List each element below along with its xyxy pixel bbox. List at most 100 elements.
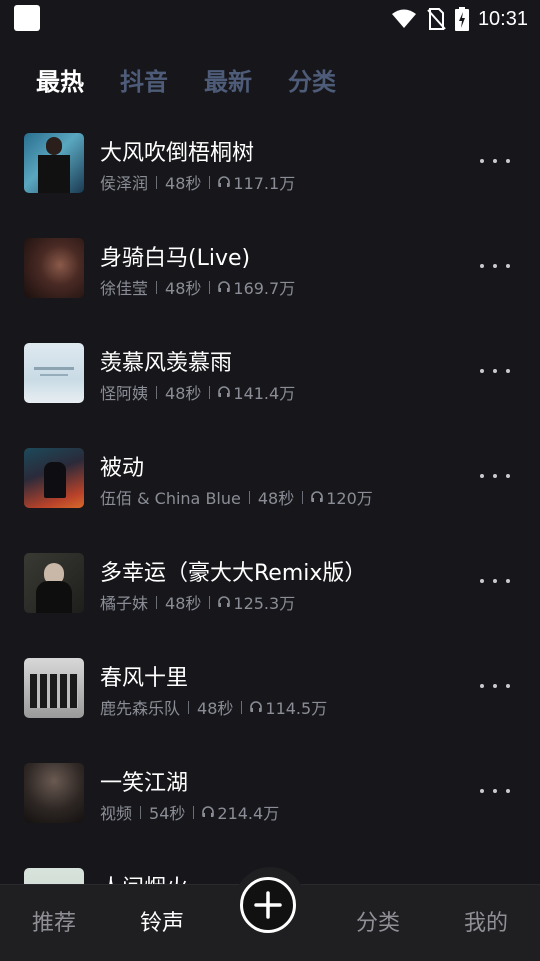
nav-category[interactable]: 分类 <box>338 905 418 937</box>
more-button[interactable] <box>480 571 510 591</box>
status-icons: 10:31 <box>391 6 528 32</box>
cover-image <box>24 448 84 508</box>
more-icon <box>480 474 484 478</box>
artist-name: 橘子妹 <box>100 594 149 613</box>
song-title: 被动 <box>100 456 145 481</box>
cover-image <box>24 763 84 823</box>
artist-name: 伍佰 & China Blue <box>100 489 241 508</box>
headphone-icon <box>250 701 263 712</box>
status-time: 10:31 <box>477 7 528 30</box>
no-sim-icon <box>427 8 446 30</box>
play-count: 114.5万 <box>265 699 328 718</box>
tab-newest[interactable]: 最新 <box>204 62 252 97</box>
song-meta: 侯泽润 48秒 117.1万 <box>100 170 295 194</box>
artist-name: 鹿先森乐队 <box>100 699 181 718</box>
song-meta: 橘子妹 48秒 125.3万 <box>100 590 295 614</box>
play-count: 120万 <box>326 489 373 508</box>
divider <box>248 490 250 504</box>
more-icon <box>480 684 484 688</box>
headphone-icon <box>311 491 324 502</box>
play-count: 125.3万 <box>233 594 296 613</box>
divider <box>209 280 211 294</box>
headphone-icon <box>202 806 215 817</box>
list-item[interactable]: 春风十里 鹿先森乐队 48秒 114.5万 <box>0 640 540 745</box>
wifi-icon <box>391 9 416 28</box>
list-item[interactable]: 一笑江湖 视频 54秒 214.4万 <box>0 745 540 850</box>
artist-name: 怪阿姨 <box>100 384 149 403</box>
cover-image <box>24 343 84 403</box>
tab-douyin[interactable]: 抖音 <box>120 62 168 97</box>
divider <box>209 175 211 189</box>
more-button[interactable] <box>480 361 510 381</box>
duration: 48秒 <box>197 699 234 718</box>
song-title: 身骑白马(Live) <box>100 246 251 271</box>
more-button[interactable] <box>480 151 510 171</box>
headphone-icon <box>218 596 231 607</box>
more-button[interactable] <box>480 676 510 696</box>
cover-image <box>24 553 84 613</box>
divider <box>156 175 158 189</box>
divider <box>209 385 211 399</box>
divider <box>156 280 158 294</box>
duration: 48秒 <box>165 594 202 613</box>
more-icon <box>480 789 484 793</box>
song-meta: 鹿先森乐队 48秒 114.5万 <box>100 695 327 719</box>
headphone-icon <box>218 386 231 397</box>
tab-hot[interactable]: 最热 <box>36 62 84 97</box>
song-meta: 怪阿姨 48秒 141.4万 <box>100 380 295 404</box>
play-count: 169.7万 <box>233 279 296 298</box>
divider <box>302 490 304 504</box>
play-count: 117.1万 <box>233 174 296 193</box>
artist-name: 视频 <box>100 804 133 823</box>
ringtone-list: 大风吹倒梧桐树 侯泽润 48秒 117.1万 身骑白马(Live) 徐佳莹 48… <box>0 115 540 955</box>
divider <box>241 700 243 714</box>
cover-image <box>24 133 84 193</box>
tab-category[interactable]: 分类 <box>288 62 336 97</box>
more-icon <box>480 264 484 268</box>
divider <box>188 700 190 714</box>
headphone-icon <box>218 176 231 187</box>
nav-mine[interactable]: 我的 <box>446 905 526 937</box>
song-title: 一笑江湖 <box>100 771 189 796</box>
more-icon <box>480 579 484 583</box>
more-button[interactable] <box>480 466 510 486</box>
song-title: 多幸运（豪大大Remix版） <box>100 561 367 586</box>
play-count: 141.4万 <box>233 384 296 403</box>
list-item[interactable]: 被动 伍佰 & China Blue 48秒 120万 <box>0 430 540 535</box>
more-button[interactable] <box>480 256 510 276</box>
add-button[interactable] <box>240 877 296 933</box>
nav-recommend[interactable]: 推荐 <box>14 905 94 937</box>
list-item[interactable]: 身骑白马(Live) 徐佳莹 48秒 169.7万 <box>0 220 540 325</box>
divider <box>156 385 158 399</box>
divider <box>156 595 158 609</box>
divider <box>209 595 211 609</box>
list-item[interactable]: 羡慕风羡慕雨 怪阿姨 48秒 141.4万 <box>0 325 540 430</box>
song-title: 大风吹倒梧桐树 <box>100 141 255 166</box>
song-meta: 伍佰 & China Blue 48秒 120万 <box>100 485 373 509</box>
song-title: 春风十里 <box>100 666 189 691</box>
plus-circle-icon <box>254 891 282 919</box>
artist-name: 徐佳莹 <box>100 279 149 298</box>
category-tabs: 最热 抖音 最新 分类 <box>36 62 336 97</box>
battery-icon <box>454 7 469 31</box>
divider <box>193 805 195 819</box>
artist-name: 侯泽润 <box>100 174 149 193</box>
song-title: 羡慕风羡慕雨 <box>100 351 233 376</box>
status-bar: 10:31 <box>0 0 540 38</box>
more-icon <box>480 159 484 163</box>
duration: 54秒 <box>149 804 186 823</box>
more-button[interactable] <box>480 781 510 801</box>
divider <box>140 805 142 819</box>
song-meta: 徐佳莹 48秒 169.7万 <box>100 275 295 299</box>
song-meta: 视频 54秒 214.4万 <box>100 800 279 824</box>
app-icon <box>14 5 40 31</box>
cover-image <box>24 238 84 298</box>
headphone-icon <box>218 281 231 292</box>
list-item[interactable]: 大风吹倒梧桐树 侯泽润 48秒 117.1万 <box>0 115 540 220</box>
nav-ringtone[interactable]: 铃声 <box>122 905 202 937</box>
list-item[interactable]: 多幸运（豪大大Remix版） 橘子妹 48秒 125.3万 <box>0 535 540 640</box>
duration: 48秒 <box>257 489 295 508</box>
play-count: 214.4万 <box>217 804 280 823</box>
cover-image <box>24 658 84 718</box>
duration: 48秒 <box>165 384 202 403</box>
